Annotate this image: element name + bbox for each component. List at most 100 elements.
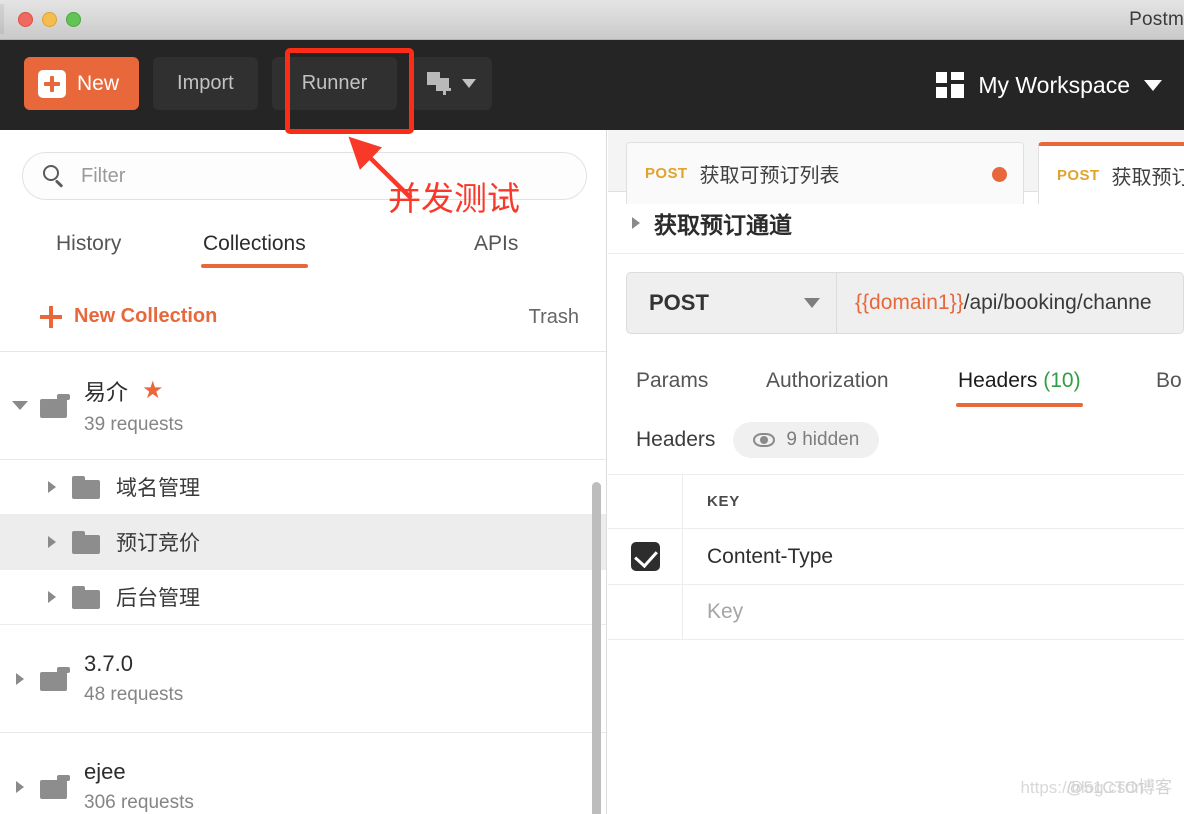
- headers-table: KEY Content-Type Key: [608, 474, 1184, 640]
- disclosure-toggle[interactable]: [32, 591, 72, 603]
- disclosure-toggle[interactable]: [32, 536, 72, 548]
- window-title: Postm: [1129, 9, 1184, 30]
- collection-request-count: 48 requests: [84, 684, 184, 705]
- filter-container: Filter: [22, 152, 587, 200]
- sidebar-scrollbar[interactable]: [592, 482, 601, 814]
- new-tab-dropdown-button[interactable]: [411, 57, 493, 110]
- sidebar-tabs: History Collections APIs: [0, 222, 606, 290]
- tab-headers-label: Headers: [958, 369, 1038, 392]
- folder-icon: [72, 530, 102, 554]
- collection-name: ejee: [84, 759, 126, 784]
- disclosure-toggle[interactable]: [32, 481, 72, 493]
- row-key-cell[interactable]: Content-Type: [683, 529, 1184, 584]
- table-header-row: KEY: [608, 474, 1184, 528]
- tab-apis-label: APIs: [474, 232, 519, 255]
- zoom-button[interactable]: [66, 12, 81, 27]
- key-column-header: KEY: [683, 475, 1184, 528]
- hidden-headers-count: 9 hidden: [786, 429, 860, 450]
- window-edge-artifact: [0, 4, 4, 34]
- search-icon: [43, 165, 65, 188]
- url-variable: {{domain1}}: [855, 291, 964, 314]
- sidebar: Filter History Collections APIs New Coll…: [0, 130, 607, 814]
- tab-params[interactable]: Params: [636, 369, 708, 393]
- toolbar-left-group: New Import Runner: [24, 57, 493, 110]
- minimize-button[interactable]: [42, 12, 57, 27]
- close-button[interactable]: [18, 12, 33, 27]
- tab-headers-count: (10): [1043, 369, 1081, 392]
- checkbox-column-header: [608, 475, 683, 528]
- tab-apis[interactable]: APIs: [474, 222, 518, 256]
- request-tabbar: POST 获取可预订列表 POST 获取预订: [608, 130, 1184, 204]
- eye-icon: [753, 433, 776, 447]
- trash-label: Trash: [528, 306, 579, 328]
- new-collection-button[interactable]: New Collection: [40, 305, 217, 328]
- runner-button-label: Runner: [301, 72, 368, 94]
- chevron-right-icon: [48, 481, 56, 493]
- collections-list: 易介 ★ 39 requests 域名管理 预订竞价 后台管理 3.7.0 48…: [0, 352, 606, 814]
- search-input[interactable]: Filter: [22, 152, 587, 200]
- tab-headers[interactable]: Headers (10): [956, 369, 1083, 407]
- chevron-right-icon: [16, 780, 24, 793]
- new-button[interactable]: New: [24, 57, 140, 110]
- workspace-label: My Workspace: [978, 71, 1130, 98]
- row-checkbox-cell: [608, 529, 683, 584]
- collections-actions-row: New Collection Trash: [0, 300, 606, 352]
- import-button[interactable]: Import: [153, 57, 258, 110]
- collection-request-count: 306 requests: [84, 792, 194, 813]
- window-titlebar: Postm: [0, 0, 1184, 40]
- plus-icon: [38, 69, 66, 98]
- chevron-down-icon: [462, 79, 477, 88]
- star-icon[interactable]: ★: [142, 379, 164, 403]
- folder-row-backend-management[interactable]: 后台管理: [0, 570, 606, 625]
- request-tab-method: POST: [645, 165, 688, 182]
- tab-history[interactable]: History: [56, 222, 121, 256]
- column-label-key: KEY: [707, 493, 740, 510]
- plus-icon: [40, 305, 62, 328]
- collection-row[interactable]: 3.7.0 48 requests: [0, 625, 606, 733]
- folder-name: 域名管理: [116, 477, 200, 500]
- chevron-down-icon: [12, 401, 28, 410]
- header-key-value: Content-Type: [707, 544, 834, 568]
- folder-row-domain-management[interactable]: 域名管理: [0, 460, 606, 515]
- folder-row-booking-bidding[interactable]: 预订竞价: [0, 515, 606, 570]
- row-key-cell[interactable]: Key: [683, 585, 1184, 639]
- hidden-headers-toggle[interactable]: 9 hidden: [733, 422, 880, 458]
- chevron-right-icon: [48, 536, 56, 548]
- collection-row[interactable]: 易介 ★ 39 requests: [0, 352, 606, 460]
- collection-row[interactable]: ejee 306 requests: [0, 733, 606, 814]
- request-tab-method: POST: [1057, 166, 1100, 184]
- disclosure-toggle[interactable]: [0, 401, 40, 410]
- tab-history-label: History: [56, 232, 122, 255]
- chevron-right-icon[interactable]: [632, 216, 640, 229]
- chevron-down-icon: [1144, 79, 1162, 91]
- main-panel: POST 获取可预订列表 POST 获取预订 获取预订通道 POST {{dom…: [608, 130, 1184, 814]
- traffic-lights: [18, 12, 81, 27]
- url-bar: POST {{domain1}}/api/booking/channe: [608, 254, 1184, 352]
- runner-button[interactable]: Runner: [271, 57, 398, 110]
- collection-name: 3.7.0: [84, 651, 133, 676]
- new-tab-icon: [427, 71, 453, 96]
- postman-window: Postm New Import Runner My Workspace Fil…: [0, 0, 1184, 814]
- folder-icon: [40, 666, 70, 691]
- trash-link[interactable]: Trash: [529, 306, 579, 329]
- workspace-selector[interactable]: My Workspace: [936, 40, 1162, 130]
- table-row[interactable]: Content-Type: [608, 528, 1184, 584]
- url-path: /api/booking/channe: [963, 291, 1152, 314]
- tab-params-label: Params: [636, 369, 709, 392]
- tab-collections[interactable]: Collections: [201, 222, 308, 268]
- method-select[interactable]: POST: [626, 272, 836, 334]
- chevron-right-icon: [48, 591, 56, 603]
- tab-authorization-label: Authorization: [766, 369, 889, 392]
- tab-body-label: Bo: [1156, 369, 1182, 392]
- new-collection-label: New Collection: [74, 305, 218, 327]
- url-input[interactable]: {{domain1}}/api/booking/channe: [836, 272, 1184, 334]
- disclosure-toggle[interactable]: [0, 672, 40, 685]
- tab-body[interactable]: Bo: [1156, 369, 1182, 393]
- tab-authorization[interactable]: Authorization: [766, 369, 889, 393]
- search-placeholder: Filter: [81, 164, 126, 187]
- app-toolbar: New Import Runner My Workspace: [0, 40, 1184, 130]
- disclosure-toggle[interactable]: [0, 780, 40, 793]
- row-checkbox[interactable]: [630, 542, 660, 571]
- table-row[interactable]: Key: [608, 584, 1184, 640]
- collection-texts: 3.7.0 48 requests: [84, 651, 183, 706]
